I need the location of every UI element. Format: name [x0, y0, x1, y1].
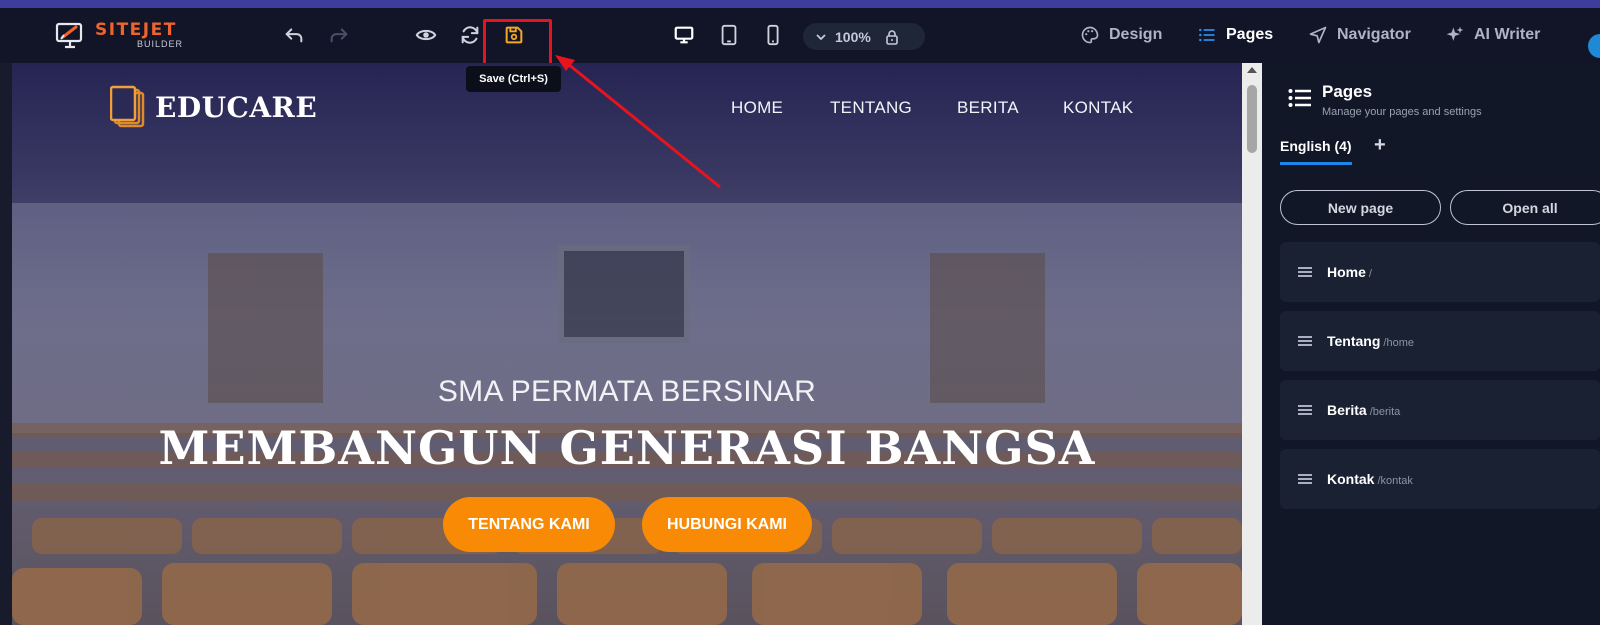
- user-avatar[interactable]: [1588, 34, 1600, 58]
- new-page-button[interactable]: New page: [1280, 190, 1441, 225]
- drag-handle-icon[interactable]: [1298, 405, 1312, 415]
- tentang-kami-button[interactable]: TENTANG KAMI: [443, 497, 615, 552]
- zoom-control[interactable]: 100%: [803, 23, 925, 50]
- background-window: [558, 245, 690, 343]
- canvas-left-gutter: [0, 63, 12, 625]
- navigation-arrow-icon: [1309, 26, 1327, 44]
- site-nav-kontak[interactable]: KONTAK: [1063, 98, 1133, 118]
- page-row-kontak[interactable]: Kontak /kontak: [1280, 449, 1600, 509]
- tablet-icon[interactable]: [716, 22, 742, 48]
- page-row-berita[interactable]: Berita /berita: [1280, 380, 1600, 440]
- drag-handle-icon[interactable]: [1298, 336, 1312, 346]
- scrollbar-thumb[interactable]: [1247, 85, 1257, 153]
- sparkle-icon: [1446, 26, 1464, 41]
- educare-logo[interactable]: EDUCARE: [109, 85, 318, 129]
- page-name: Berita: [1327, 402, 1367, 418]
- zoom-value: 100%: [835, 28, 871, 45]
- add-language-button[interactable]: +: [1374, 134, 1386, 157]
- language-tab-english[interactable]: English (4): [1280, 138, 1352, 165]
- page-name: Home: [1327, 264, 1366, 280]
- navigator-tab[interactable]: Navigator: [1308, 25, 1411, 45]
- design-tab[interactable]: Design: [1080, 25, 1162, 45]
- page-path: /berita: [1369, 405, 1401, 418]
- undo-icon[interactable]: [281, 22, 307, 48]
- logo-subtitle: BUILDER: [137, 38, 184, 49]
- list-icon: [1199, 28, 1215, 42]
- site-brand-name: EDUCARE: [155, 90, 318, 124]
- page-path: /kontak: [1377, 474, 1413, 487]
- book-icon: [109, 85, 146, 129]
- mobile-icon[interactable]: [760, 22, 786, 48]
- drag-handle-icon[interactable]: [1298, 267, 1312, 277]
- sitejet-logo[interactable]: SITEJET BUILDER: [55, 21, 183, 49]
- canvas-scrollbar[interactable]: [1242, 63, 1262, 625]
- eye-icon[interactable]: [413, 22, 439, 48]
- logo-title: SITEJET: [95, 19, 177, 40]
- redo-icon[interactable]: [326, 22, 352, 48]
- save-tooltip: Save (Ctrl+S): [466, 66, 561, 92]
- lock-icon[interactable]: [885, 29, 899, 45]
- ai-writer-tab[interactable]: AI Writer: [1445, 25, 1540, 45]
- save-highlight-box: [483, 19, 552, 67]
- scroll-up-arrow-icon[interactable]: [1247, 67, 1257, 73]
- ai-writer-tab-label: AI Writer: [1474, 26, 1541, 43]
- editor-toolbar: SITEJET BUILDER 100% Design Pages Naviga…: [0, 8, 1600, 67]
- site-nav-home[interactable]: HOME: [731, 98, 783, 118]
- desktop-icon[interactable]: [671, 22, 697, 48]
- page-path: /home: [1383, 336, 1414, 349]
- sitejet-logo-icon: [55, 21, 85, 49]
- navigator-tab-label: Navigator: [1337, 26, 1411, 43]
- pages-tab-label: Pages: [1226, 26, 1274, 43]
- website-preview-canvas[interactable]: EDUCARE HOME TENTANG BERITA KONTAK SMA P…: [12, 63, 1242, 625]
- pages-list-icon: [1288, 88, 1312, 108]
- chevron-down-icon[interactable]: [815, 31, 827, 43]
- site-nav-berita[interactable]: BERITA: [957, 98, 1019, 118]
- refresh-icon[interactable]: [457, 22, 483, 48]
- open-all-button[interactable]: Open all: [1450, 190, 1600, 225]
- hero-title: MEMBANGUN GENERASI BANGSA: [158, 421, 1096, 475]
- hubungi-kami-button[interactable]: HUBUNGI KAMI: [642, 497, 812, 552]
- site-nav-tentang[interactable]: TENTANG: [830, 98, 912, 118]
- page-row-home[interactable]: Home /: [1280, 242, 1600, 302]
- page-row-tentang[interactable]: Tentang /home: [1280, 311, 1600, 371]
- page-name: Kontak: [1327, 471, 1375, 487]
- page-path: /: [1368, 267, 1372, 280]
- top-accent-bar: [0, 0, 1600, 8]
- design-tab-label: Design: [1109, 26, 1163, 43]
- hero-subtitle: SMA PERMATA BERSINAR: [437, 375, 817, 408]
- pages-tab[interactable]: Pages: [1197, 25, 1273, 45]
- drag-handle-icon[interactable]: [1298, 474, 1312, 484]
- palette-icon: [1081, 26, 1099, 44]
- pages-panel: Pages Manage your pages and settings Eng…: [1262, 63, 1600, 625]
- page-name: Tentang: [1327, 333, 1381, 349]
- panel-description: Manage your pages and settings: [1322, 106, 1482, 118]
- panel-title: Pages: [1322, 82, 1373, 101]
